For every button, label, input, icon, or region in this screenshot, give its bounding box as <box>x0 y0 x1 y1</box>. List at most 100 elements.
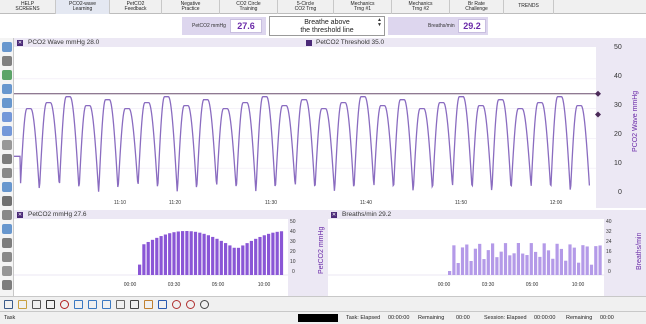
tab-label: CO2 Trng <box>294 6 317 12</box>
close-panel-icon[interactable]: ✕ <box>17 39 23 46</box>
camera-icon[interactable] <box>130 300 139 309</box>
breaths-bar <box>499 251 503 275</box>
y-tick: 20 <box>614 131 622 138</box>
y-tick: 30 <box>614 102 622 109</box>
tab-trends[interactable]: TRENDS <box>504 0 554 14</box>
print-icon[interactable] <box>32 300 41 309</box>
petco2-bar <box>138 264 142 275</box>
petco2-bar <box>206 235 210 275</box>
settings-icon[interactable] <box>2 154 12 164</box>
petco2-readout-label: PetCO2 mmHg <box>192 23 226 29</box>
monitor-icon[interactable] <box>2 280 12 290</box>
stop-icon[interactable] <box>46 300 55 309</box>
speaker-icon[interactable] <box>2 238 12 248</box>
wave-axis-title: PCO2 Wave mmHg <box>632 90 639 152</box>
zoom-out-icon[interactable] <box>2 98 12 108</box>
breaths-bar <box>473 248 477 275</box>
breaths-bar <box>516 243 520 275</box>
help-icon[interactable] <box>158 300 167 309</box>
media-icon[interactable] <box>74 300 83 309</box>
breaths-bar <box>577 262 581 275</box>
circle-icon[interactable] <box>200 300 209 309</box>
tab-help-screens[interactable]: HELP SCREENS <box>0 0 56 14</box>
x-tick: 11:50 <box>454 200 468 206</box>
hand-icon[interactable] <box>2 42 12 52</box>
breaths-bar <box>534 251 538 275</box>
breaths-bar-chart <box>328 243 604 276</box>
tab-petco2-feedback[interactable]: PetCO2 Feedback <box>110 0 162 14</box>
pco2-wave-panel: ✕ PCO2 Wave mmHg 28.0 PetCO2 Threshold 3… <box>14 38 646 208</box>
wave-icon[interactable] <box>2 140 12 150</box>
y-tick: 16 <box>606 249 612 255</box>
tab-mechanics-trng-1[interactable]: Mechanics Trng #1 <box>334 0 392 14</box>
arrows-vertical-icon[interactable] <box>2 126 12 136</box>
screen-tabs: HELP SCREENS PCO2-wave Learning PetCO2 Feed… <box>0 0 646 14</box>
tab-label: Learning <box>72 6 93 12</box>
save-icon[interactable] <box>2 56 12 66</box>
scroll-icon[interactable] <box>2 210 12 220</box>
close-panel-icon[interactable]: ✕ <box>331 211 337 218</box>
image-icon[interactable] <box>102 300 111 309</box>
trend-icon[interactable] <box>2 224 12 234</box>
petco2-bar <box>168 233 172 275</box>
tab-label: Challenge <box>465 6 488 12</box>
coaching-message[interactable]: Breathe above the threshold line ▲ ▼ <box>269 16 385 36</box>
y-tick: 40 <box>614 73 622 80</box>
screen-icon[interactable] <box>88 300 97 309</box>
zoom-in-icon[interactable] <box>2 84 12 94</box>
tab-pco2-wave-learning[interactable]: PCO2-wave Learning <box>56 0 110 14</box>
y-tick: 24 <box>606 239 612 245</box>
petco2-bar <box>236 247 241 275</box>
folder-icon[interactable] <box>18 300 27 309</box>
breaths-bar <box>521 253 525 275</box>
table-icon[interactable] <box>2 252 12 262</box>
arrows-horizontal-icon[interactable] <box>2 112 12 122</box>
list-icon[interactable] <box>2 168 12 178</box>
breaths-bar <box>546 250 551 275</box>
x-tick: 10:00 <box>571 282 585 288</box>
breaths-bar <box>460 247 465 275</box>
bottom-toolbar <box>0 296 646 311</box>
bar-icon[interactable] <box>2 182 12 192</box>
target-icon[interactable] <box>186 300 195 309</box>
task-progress-bar <box>298 314 338 322</box>
breaths-bar <box>572 247 576 275</box>
breaths-bar <box>491 243 495 275</box>
mute-icon[interactable] <box>172 300 181 309</box>
breaths-bar <box>448 271 452 275</box>
pointer-icon[interactable] <box>4 300 13 309</box>
breaths-bar <box>456 262 460 275</box>
petco2-bar <box>172 232 176 275</box>
spinner-arrows-icon[interactable]: ▲ ▼ <box>377 18 382 28</box>
breaths-bar <box>589 264 594 275</box>
petco2-readout-value: 27.6 <box>230 19 262 33</box>
breaths-bar <box>478 243 482 275</box>
petco2-bar <box>275 231 279 275</box>
layout-icon[interactable] <box>2 266 12 276</box>
x-tick: 05:00 <box>525 282 539 288</box>
threshold-marker-icon <box>595 90 601 97</box>
grid-icon[interactable] <box>2 70 12 80</box>
coaching-message-line: the threshold line <box>300 27 354 34</box>
tab-negative-practice[interactable]: Negative Practice <box>162 0 220 14</box>
tab-br-rate-challenge[interactable]: Br Rate Challenge <box>450 0 504 14</box>
petco2-bar <box>254 238 258 275</box>
y-tick: 0 <box>618 189 622 196</box>
record-icon[interactable] <box>60 300 69 309</box>
hand-icon[interactable] <box>144 300 153 309</box>
wave-panel-header: ✕ PCO2 Wave mmHg 28.0 PetCO2 Threshold 3… <box>14 38 646 47</box>
petco2-bar <box>228 245 232 275</box>
clipboard-icon[interactable] <box>116 300 125 309</box>
pulse-icon[interactable] <box>2 196 12 206</box>
tab-5-circle-co2-trng[interactable]: 5-Circle CO2 Trng <box>278 0 334 14</box>
close-panel-icon[interactable]: ✕ <box>17 211 23 218</box>
petco2-bar <box>146 241 150 275</box>
petco2-bar <box>219 240 223 275</box>
task-elapsed-time: 00:00:00 <box>388 315 410 321</box>
tab-co2-circle-training[interactable]: CO2 Circle Training <box>220 0 278 14</box>
tab-mechanics-trng-2[interactable]: Mechanics Trng #2 <box>392 0 450 14</box>
petco2-bar <box>202 233 206 275</box>
x-tick: 05:00 <box>211 282 225 288</box>
x-tick: 03:30 <box>167 282 181 288</box>
x-tick: 11:10 <box>113 200 127 206</box>
